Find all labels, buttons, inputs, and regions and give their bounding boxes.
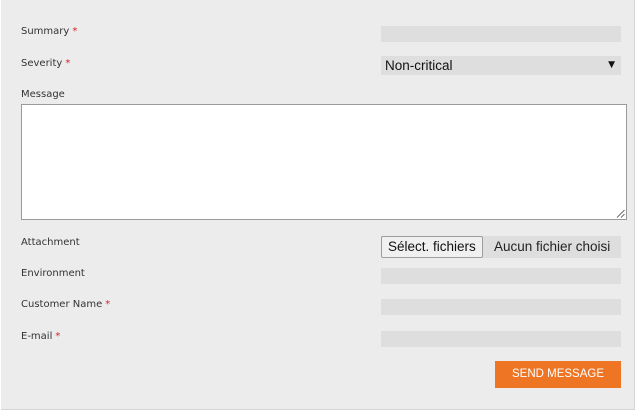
- customer-name-label: Customer Name *: [21, 299, 110, 311]
- required-marker: *: [105, 299, 111, 310]
- message-label-text: Message: [21, 89, 65, 100]
- customer-name-label-text: Customer Name: [21, 299, 103, 310]
- support-form: Summary * Severity * Non-critical ▼ Messag…: [1, 0, 635, 410]
- message-textarea[interactable]: [21, 104, 627, 220]
- environment-label: Environment: [21, 268, 85, 280]
- select-files-button[interactable]: Sélect. fichiers: [381, 236, 483, 258]
- required-marker: *: [65, 58, 71, 69]
- summary-label-text: Summary: [21, 26, 70, 37]
- attachment-file-input[interactable]: Sélect. fichiers Aucun fichier choisi: [381, 236, 621, 258]
- severity-select[interactable]: Non-critical ▼: [381, 56, 621, 75]
- attachment-label: Attachment: [21, 237, 80, 249]
- customer-name-input[interactable]: [381, 299, 621, 315]
- severity-label: Severity *: [21, 58, 70, 70]
- send-message-button[interactable]: SEND MESSAGE: [495, 361, 621, 388]
- email-label-text: E-mail: [21, 331, 53, 342]
- severity-selected-value: Non-critical: [385, 58, 453, 73]
- email-label: E-mail *: [21, 331, 60, 343]
- required-marker: *: [72, 26, 78, 37]
- message-label: Message: [21, 89, 65, 101]
- required-marker: *: [55, 331, 61, 342]
- chevron-down-icon: ▼: [608, 60, 615, 70]
- severity-label-text: Severity: [21, 58, 63, 69]
- email-input[interactable]: [381, 331, 621, 347]
- attachment-label-text: Attachment: [21, 237, 80, 248]
- summary-label: Summary *: [21, 26, 77, 38]
- file-status-text: Aucun fichier choisi: [494, 239, 611, 254]
- environment-input[interactable]: [381, 268, 621, 284]
- summary-input[interactable]: [381, 26, 621, 42]
- environment-label-text: Environment: [21, 268, 85, 279]
- resize-grip-icon[interactable]: [616, 209, 625, 218]
